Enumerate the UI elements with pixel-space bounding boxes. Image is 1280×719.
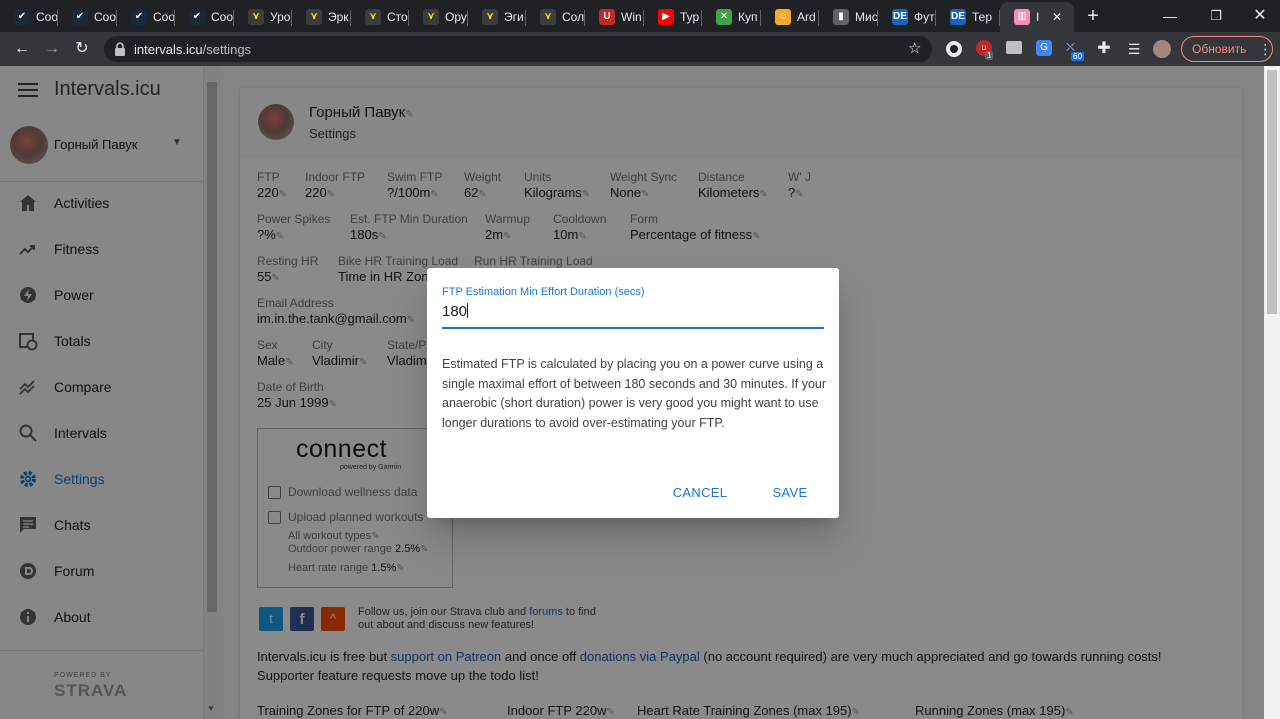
reload-icon[interactable]: ↻ bbox=[72, 39, 92, 59]
tab-title: Ard bbox=[797, 10, 816, 24]
ftp-duration-dialog: FTP Estimation Min Effort Duration (secs… bbox=[427, 268, 839, 518]
browser-tab[interactable]: ✔ Coo bbox=[117, 2, 175, 32]
browser-tab[interactable]: ⋎ Эги bbox=[468, 2, 526, 32]
field-label: FTP Estimation Min Effort Duration (secs… bbox=[442, 286, 645, 298]
bookmark-star-icon[interactable]: ☆ bbox=[908, 39, 921, 57]
extension-badge: 60 bbox=[1071, 52, 1084, 61]
steam-icon: ✔ bbox=[14, 9, 30, 25]
steam-icon: ✔ bbox=[131, 9, 147, 25]
yellow-hanger-icon: ⋎ bbox=[540, 9, 556, 25]
page-scrollbar[interactable] bbox=[1264, 66, 1280, 719]
tab-title: Тер bbox=[972, 10, 993, 24]
yellow-hanger-icon: ⋎ bbox=[482, 9, 498, 25]
tab-title: Win bbox=[621, 10, 642, 24]
browser-tab[interactable]: ⋎ Сто bbox=[351, 2, 409, 32]
extensions-puzzle-icon[interactable]: ✚ bbox=[1094, 39, 1114, 59]
youtube-icon: ▶ bbox=[658, 9, 674, 25]
reading-list-icon[interactable]: ☰ bbox=[1124, 39, 1144, 59]
url-host: intervals.icu bbox=[134, 42, 203, 57]
profile-avatar[interactable] bbox=[1153, 40, 1171, 58]
close-tab-icon[interactable]: ✕ bbox=[1052, 10, 1062, 24]
browser-tab[interactable]: ▮ Мис bbox=[819, 2, 878, 32]
extension-obs-icon[interactable] bbox=[946, 41, 962, 57]
green-x-icon: ✕ bbox=[716, 9, 732, 25]
red-circle-icon: U bbox=[599, 9, 615, 25]
yellow-hanger-icon: ⋎ bbox=[306, 9, 322, 25]
camera-icon[interactable] bbox=[1006, 41, 1022, 54]
duration-input-value: 180 bbox=[442, 303, 468, 320]
browser-tab-strip: ✔ Coo ✔ Coo ✔ Coo ✔ Coo ⋎ Уро ⋎ Эрк ⋎ Сто ⋎ Ору ⋎ Эги ⋎ Сол… bbox=[0, 0, 1280, 32]
dialog-description: Estimated FTP is calculated by placing y… bbox=[442, 357, 827, 430]
browser-tab[interactable]: ⋎ Ору bbox=[409, 2, 468, 32]
tab-title: Куп bbox=[738, 10, 758, 24]
url-path: /settings bbox=[202, 42, 252, 57]
url-text: intervals.icu/settings bbox=[134, 42, 251, 57]
duration-input[interactable]: 180 bbox=[442, 303, 824, 329]
update-label: Обновить bbox=[1192, 42, 1247, 56]
tab-title: Эги bbox=[504, 10, 524, 24]
new-tab-button[interactable]: + bbox=[1083, 6, 1103, 26]
robot-icon: ▮ bbox=[833, 9, 849, 25]
menu-dots-icon[interactable]: ⋮ bbox=[1258, 41, 1272, 58]
browser-tab[interactable]: ⋎ Уро bbox=[234, 2, 292, 32]
tab-title: I bbox=[1036, 10, 1040, 24]
yellow-hanger-icon: ⋎ bbox=[248, 9, 264, 25]
lock-icon bbox=[115, 42, 125, 56]
tab-title: Тур bbox=[680, 10, 700, 24]
tab-title: Coo bbox=[211, 10, 234, 24]
tab-title: Coo bbox=[36, 10, 58, 24]
browser-tab[interactable]: ⋎ Эрк bbox=[292, 2, 351, 32]
browser-tab[interactable]: ✔ Coo bbox=[175, 2, 234, 32]
yellow-hanger-icon: ⋎ bbox=[365, 9, 381, 25]
browser-tab[interactable]: ▶ Тур bbox=[644, 2, 702, 32]
browser-tab[interactable]: ⋎ Сол bbox=[526, 2, 585, 32]
tab-title: Coo bbox=[94, 10, 117, 24]
tab-title: Мис bbox=[855, 10, 878, 24]
de-icon: DE bbox=[950, 9, 966, 25]
ublock-badge: 1 bbox=[985, 51, 994, 60]
browser-toolbar: ← → ↻ intervals.icu/settings ☆ u 1 G ⛌ 6… bbox=[0, 32, 1280, 66]
translate-icon[interactable]: G bbox=[1036, 40, 1052, 56]
tab-title: Уро bbox=[270, 10, 291, 24]
address-bar[interactable]: intervals.icu/settings ☆ bbox=[104, 36, 932, 62]
forward-icon[interactable]: → bbox=[42, 39, 62, 59]
browser-tab[interactable]: ✔ Coo bbox=[58, 2, 117, 32]
smiley-icon: ☺ bbox=[775, 9, 791, 25]
browser-tab[interactable]: ✕ Куп bbox=[702, 2, 761, 32]
browser-tab[interactable]: ✔ Coo bbox=[0, 2, 58, 32]
steam-icon: ✔ bbox=[72, 9, 88, 25]
browser-tab[interactable]: U Win bbox=[585, 2, 644, 32]
tab-title: Фут bbox=[914, 10, 935, 24]
browser-tab[interactable]: ▥ I ✕ bbox=[1000, 2, 1074, 32]
de-icon: DE bbox=[892, 9, 908, 25]
browser-tab[interactable]: DE Фут bbox=[878, 2, 936, 32]
close-window-button[interactable]: ✕ bbox=[1250, 6, 1270, 26]
tab-title: Сол bbox=[562, 10, 585, 24]
cancel-button[interactable]: CANCEL bbox=[663, 479, 737, 507]
tab-title: Ору bbox=[445, 10, 467, 24]
save-button[interactable]: SAVE bbox=[761, 479, 819, 507]
restore-button[interactable]: ❐ bbox=[1206, 6, 1226, 26]
browser-tab[interactable]: ☺ Ard bbox=[761, 2, 819, 32]
steam-icon: ✔ bbox=[189, 9, 205, 25]
tab-title: Сто bbox=[387, 10, 408, 24]
back-icon[interactable]: ← bbox=[12, 39, 32, 59]
yellow-hanger-icon: ⋎ bbox=[423, 9, 439, 25]
intervals-icon: ▥ bbox=[1014, 9, 1030, 25]
tab-title: Coo bbox=[153, 10, 175, 24]
text-cursor bbox=[467, 303, 469, 318]
browser-tab[interactable]: DE Тер bbox=[936, 2, 1000, 32]
minimize-button[interactable]: — bbox=[1160, 6, 1180, 26]
update-browser-button[interactable]: Обновить ⋮ bbox=[1181, 36, 1273, 62]
tab-title: Эрк bbox=[328, 10, 349, 24]
